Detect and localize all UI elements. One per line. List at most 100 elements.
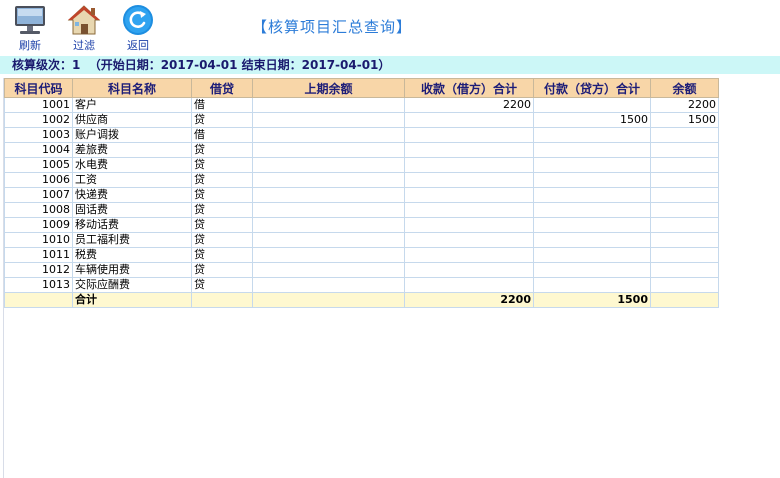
cell-direction[interactable]: 贷	[191, 262, 253, 278]
cell-prev-balance[interactable]	[252, 232, 405, 248]
cell-balance[interactable]	[650, 202, 719, 218]
cell-debit-total[interactable]	[404, 277, 534, 293]
cell-balance[interactable]	[650, 157, 719, 173]
cell-credit-total[interactable]	[533, 187, 651, 203]
cell-name[interactable]: 移动话费	[72, 217, 192, 233]
table-row[interactable]: 1007 快递费贷	[4, 187, 719, 203]
col-header-code[interactable]: 科目代码	[4, 78, 73, 98]
cell-balance[interactable]	[650, 277, 719, 293]
cell-credit-total[interactable]: 1500	[533, 112, 651, 128]
cell-prev-balance[interactable]	[252, 142, 405, 158]
cell-name[interactable]: 水电费	[72, 157, 192, 173]
cell-name[interactable]: 供应商	[72, 112, 192, 128]
cell-prev-balance[interactable]	[252, 247, 405, 263]
cell-name[interactable]: 固话费	[72, 202, 192, 218]
table-row[interactable]: 1011 税费贷	[4, 247, 719, 263]
cell-balance[interactable]	[650, 247, 719, 263]
table-row[interactable]: 1010 员工福利费贷	[4, 232, 719, 248]
cell-credit-total[interactable]	[533, 262, 651, 278]
cell-code[interactable]: 1011	[4, 247, 73, 263]
col-header-prev-balance[interactable]: 上期余额	[252, 78, 405, 98]
table-row[interactable]: 1001 客户借 2200 2200	[4, 97, 719, 113]
cell-debit-total[interactable]	[404, 127, 534, 143]
cell-code[interactable]: 1010	[4, 232, 73, 248]
cell-prev-balance[interactable]	[252, 112, 405, 128]
cell-name[interactable]: 交际应酬费	[72, 277, 192, 293]
table-row[interactable]: 1012 车辆使用费贷	[4, 262, 719, 278]
cell-debit-total[interactable]	[404, 157, 534, 173]
table-row[interactable]: 1002 供应商贷 1500 1500	[4, 112, 719, 128]
cell-debit-total[interactable]: 2200	[404, 97, 534, 113]
cell-debit-total[interactable]	[404, 187, 534, 203]
cell-name[interactable]: 税费	[72, 247, 192, 263]
table-row[interactable]: 1006 工资贷	[4, 172, 719, 188]
cell-balance[interactable]	[650, 232, 719, 248]
cell-debit-total[interactable]	[404, 217, 534, 233]
cell-code[interactable]: 1009	[4, 217, 73, 233]
col-header-balance[interactable]: 余额	[650, 78, 719, 98]
cell-credit-total[interactable]	[533, 97, 651, 113]
cell-direction[interactable]: 借	[191, 97, 253, 113]
cell-direction[interactable]: 贷	[191, 217, 253, 233]
cell-prev-balance[interactable]	[252, 127, 405, 143]
cell-name[interactable]: 账户调拨	[72, 127, 192, 143]
cell-balance[interactable]	[650, 217, 719, 233]
col-header-credit-total[interactable]: 付款（贷方）合计	[533, 78, 651, 98]
cell-code[interactable]: 1005	[4, 157, 73, 173]
cell-code[interactable]: 1008	[4, 202, 73, 218]
col-header-name[interactable]: 科目名称	[72, 78, 192, 98]
col-header-direction[interactable]: 借贷	[191, 78, 253, 98]
cell-prev-balance[interactable]	[252, 97, 405, 113]
cell-balance[interactable]: 2200	[650, 97, 719, 113]
cell-prev-balance[interactable]	[252, 157, 405, 173]
cell-name[interactable]: 工资	[72, 172, 192, 188]
cell-prev-balance[interactable]	[252, 172, 405, 188]
cell-direction[interactable]: 贷	[191, 157, 253, 173]
cell-name[interactable]: 客户	[72, 97, 192, 113]
cell-direction[interactable]: 借	[191, 127, 253, 143]
cell-direction[interactable]: 贷	[191, 232, 253, 248]
table-row[interactable]: 1003 账户调拨借	[4, 127, 719, 143]
cell-prev-balance[interactable]	[252, 277, 405, 293]
table-row[interactable]: 1004 差旅费贷	[4, 142, 719, 158]
cell-direction[interactable]: 贷	[191, 202, 253, 218]
cell-balance[interactable]	[650, 262, 719, 278]
table-row[interactable]: 1013 交际应酬费贷	[4, 277, 719, 293]
cell-direction[interactable]: 贷	[191, 142, 253, 158]
cell-debit-total[interactable]	[404, 247, 534, 263]
cell-prev-balance[interactable]	[252, 262, 405, 278]
table-row[interactable]: 1005 水电费贷	[4, 157, 719, 173]
cell-credit-total[interactable]	[533, 172, 651, 188]
cell-debit-total[interactable]	[404, 172, 534, 188]
cell-code[interactable]: 1006	[4, 172, 73, 188]
cell-debit-total[interactable]	[404, 262, 534, 278]
cell-direction[interactable]: 贷	[191, 112, 253, 128]
cell-prev-balance[interactable]	[252, 217, 405, 233]
cell-credit-total[interactable]	[533, 232, 651, 248]
cell-direction[interactable]: 贷	[191, 277, 253, 293]
cell-credit-total[interactable]	[533, 247, 651, 263]
cell-name[interactable]: 车辆使用费	[72, 262, 192, 278]
cell-debit-total[interactable]	[404, 202, 534, 218]
cell-credit-total[interactable]	[533, 142, 651, 158]
cell-direction[interactable]: 贷	[191, 247, 253, 263]
table-row[interactable]: 1008 固话费贷	[4, 202, 719, 218]
cell-debit-total[interactable]	[404, 142, 534, 158]
cell-code[interactable]: 1012	[4, 262, 73, 278]
cell-code[interactable]: 1013	[4, 277, 73, 293]
cell-debit-total[interactable]	[404, 232, 534, 248]
cell-balance[interactable]	[650, 187, 719, 203]
back-button[interactable]: 返回	[118, 2, 158, 54]
cell-code[interactable]: 1002	[4, 112, 73, 128]
cell-debit-total[interactable]	[404, 112, 534, 128]
cell-prev-balance[interactable]	[252, 202, 405, 218]
cell-credit-total[interactable]	[533, 217, 651, 233]
cell-credit-total[interactable]	[533, 277, 651, 293]
cell-direction[interactable]: 贷	[191, 172, 253, 188]
col-header-debit-total[interactable]: 收款（借方）合计	[404, 78, 534, 98]
cell-credit-total[interactable]	[533, 127, 651, 143]
cell-credit-total[interactable]	[533, 202, 651, 218]
cell-balance[interactable]	[650, 142, 719, 158]
cell-name[interactable]: 员工福利费	[72, 232, 192, 248]
cell-code[interactable]: 1004	[4, 142, 73, 158]
